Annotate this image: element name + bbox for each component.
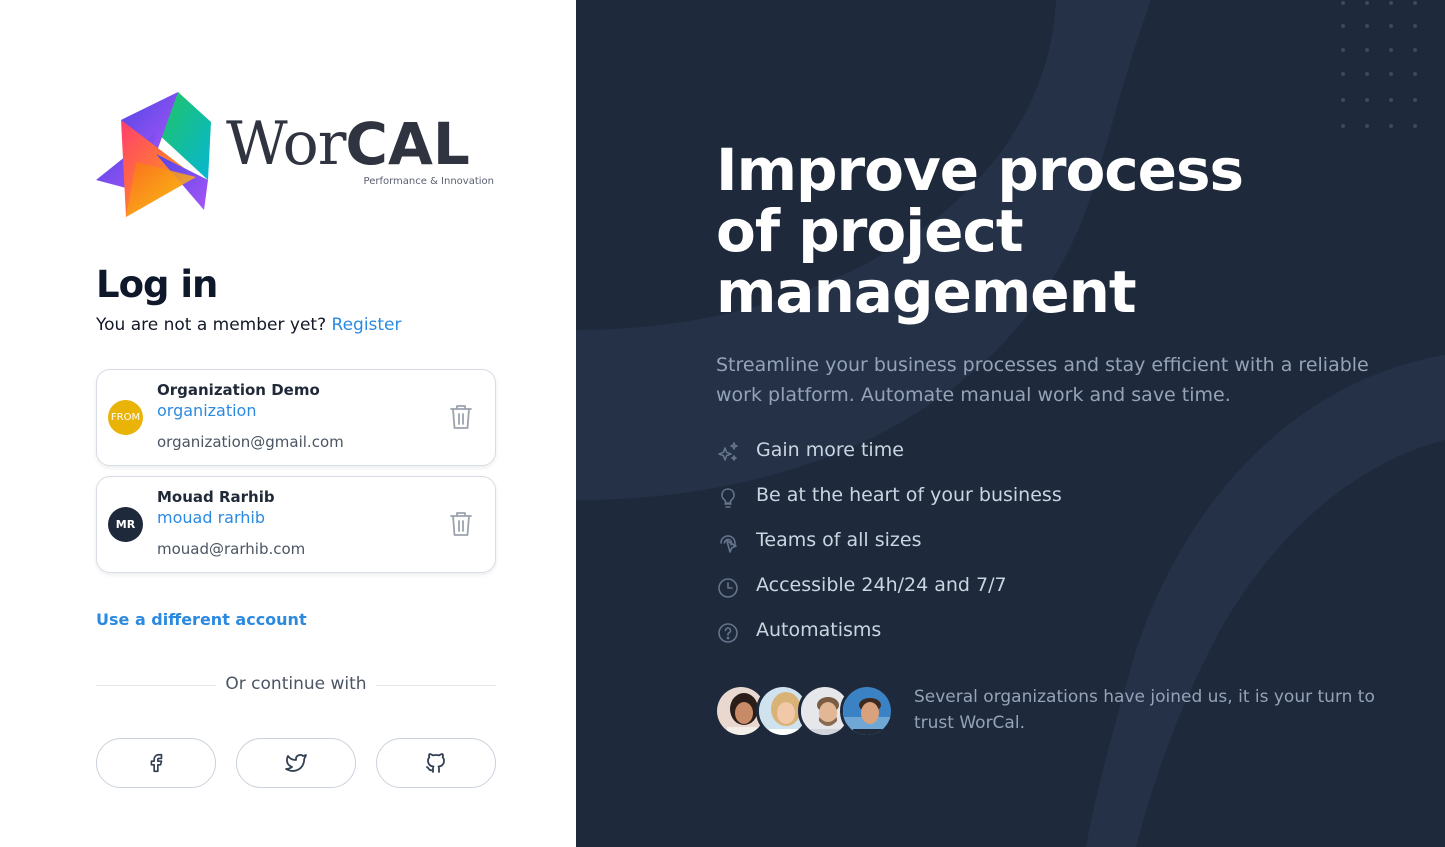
lightbulb-icon [721,488,735,508]
feature-item: Automatisms [716,618,1216,646]
saved-account-card[interactable]: FROM Organization Demo organization orga… [96,369,496,466]
twitter-login-button[interactable] [236,738,356,788]
headline-line: of project [716,197,1024,265]
member-avatars [714,684,900,738]
hero-headline: Improve process of project management [716,140,1256,323]
logo-tagline: Performance & Innovation [363,176,494,187]
feature-label: Be at the heart of your business [756,484,1062,506]
worcal-logo: WorCAL Performance & Innovation [96,92,496,220]
account-name: Organization Demo [157,381,320,399]
headline-line: management [716,258,1137,326]
facebook-icon [150,753,163,773]
feature-item: Teams of all sizes [716,528,1216,556]
register-link[interactable]: Register [332,315,402,335]
question-icon [718,623,738,643]
headline-line: Improve process [716,136,1244,204]
account-email: organization@gmail.com [157,433,344,451]
page-title: Log in [96,263,218,306]
account-organization: organization [157,401,257,420]
trash-icon[interactable] [449,403,473,431]
avatar: MR [108,507,143,542]
avatar: FROM [108,400,143,435]
worcal-logo-mark [96,92,211,217]
account-organization: mouad rarhib [157,508,265,527]
twitter-icon [285,754,307,772]
facebook-login-button[interactable] [96,738,216,788]
clock-icon [718,578,738,598]
account-name: Mouad Rarhib [157,488,275,506]
continue-with-label: Or continue with [225,674,367,694]
feature-label: Accessible 24h/24 and 7/7 [756,574,1007,596]
login-panel: WorCAL Performance & Innovation Log in Y… [0,0,576,847]
pointer-icon [720,535,737,553]
feature-item: Accessible 24h/24 and 7/7 [716,573,1216,601]
account-email: mouad@rarhib.com [157,540,306,558]
use-different-account-link[interactable]: Use a different account [96,610,307,629]
feature-label: Gain more time [756,439,904,461]
feature-label: Teams of all sizes [756,529,922,551]
register-prompt-text: You are not a member yet? [96,315,327,335]
feature-label: Automatisms [756,619,882,641]
member-avatar [840,684,894,738]
feature-item: Be at the heart of your business [716,483,1216,511]
github-login-button[interactable] [376,738,496,788]
sparkles-icon [718,442,738,461]
saved-account-card[interactable]: MR Mouad Rarhib mouad rarhib mouad@rarhi… [96,476,496,573]
github-icon [426,753,445,773]
register-prompt: You are not a member yet? Register [96,315,402,335]
trust-message: Several organizations have joined us, it… [914,687,1375,733]
continue-with-divider: Or continue with [96,674,496,696]
hero-panel: Improve process of project management St… [576,0,1445,847]
trash-icon[interactable] [449,510,473,538]
hero-subtitle: Streamline your business processes and s… [716,354,1369,406]
feature-item: Gain more time [716,438,1216,466]
logo-wordmark: WorCAL [226,109,470,179]
